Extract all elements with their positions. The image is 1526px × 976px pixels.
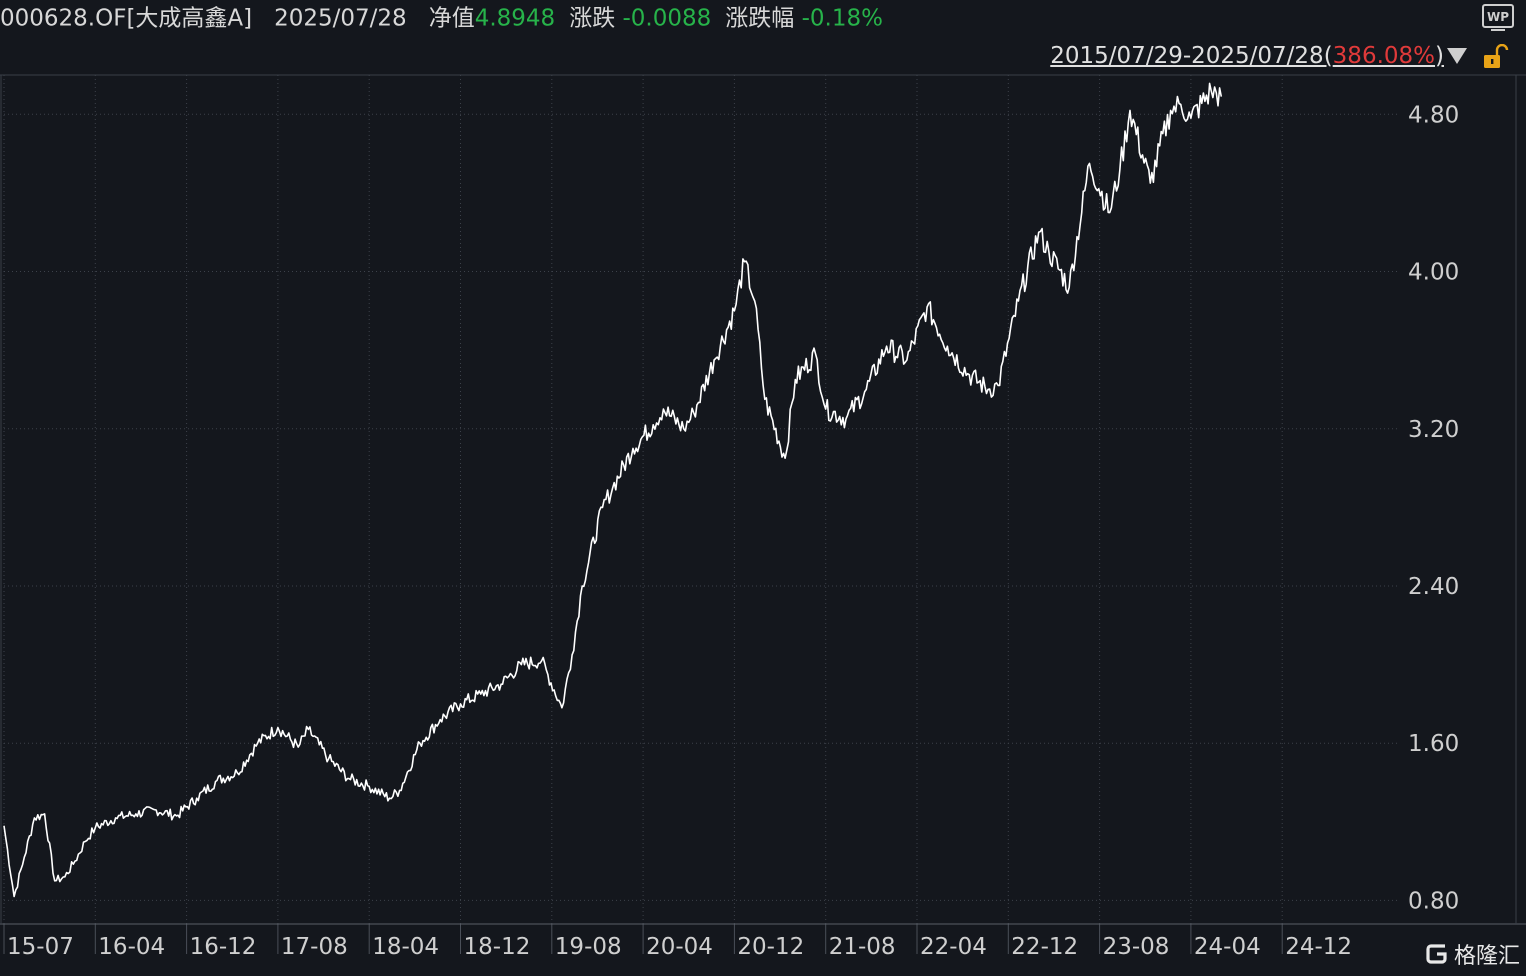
y-tick-label: 2.40 <box>1408 574 1459 600</box>
y-tick-label: 3.20 <box>1408 417 1459 443</box>
x-tick-label: 23-08 <box>1103 934 1170 960</box>
y-tick-label: 4.00 <box>1408 260 1459 286</box>
y-tick-label: 1.60 <box>1408 731 1459 757</box>
x-tick-label: 22-04 <box>920 934 987 960</box>
x-tick-label: 22-12 <box>1011 934 1078 960</box>
series-line-group <box>3 82 1223 898</box>
logo-mark-icon <box>1426 944 1447 964</box>
x-tick-label: 18-04 <box>372 934 439 960</box>
nav-chart: 0.80 1.60 2.40 3.20 4.00 4.80 15-07 16-04 16-12… <box>0 74 1526 960</box>
x-tick-label: 17-08 <box>281 934 348 960</box>
y-tick-label: 0.80 <box>1408 888 1459 914</box>
grid-lines <box>3 75 1400 954</box>
x-tick-label: 18-12 <box>464 934 531 960</box>
x-tick-label: 24-04 <box>1194 934 1261 960</box>
logo-text: 格隆汇 <box>1454 944 1521 969</box>
chart-frame <box>0 74 1526 925</box>
x-tick-label: 19-08 <box>555 934 622 960</box>
x-tick-label: 20-12 <box>737 934 804 960</box>
x-tick-label: 24-12 <box>1285 934 1352 960</box>
x-axis-labels: 15-07 16-04 16-12 17-08 18-04 18-12 19-08 20-04… <box>7 934 1352 960</box>
x-tick-label: 16-12 <box>190 934 257 960</box>
x-tick-label: 16-04 <box>98 934 165 960</box>
y-axis-labels: 0.80 1.60 2.40 3.20 4.00 4.80 <box>1408 102 1459 914</box>
y-tick-label: 4.80 <box>1408 102 1459 128</box>
x-tick-label: 15-07 <box>7 934 74 960</box>
nav-series-line <box>3 82 1223 898</box>
brand-logo: 格隆汇 <box>1424 938 1520 972</box>
x-tick-label: 21-08 <box>829 934 896 960</box>
x-tick-label: 20-04 <box>646 934 713 960</box>
